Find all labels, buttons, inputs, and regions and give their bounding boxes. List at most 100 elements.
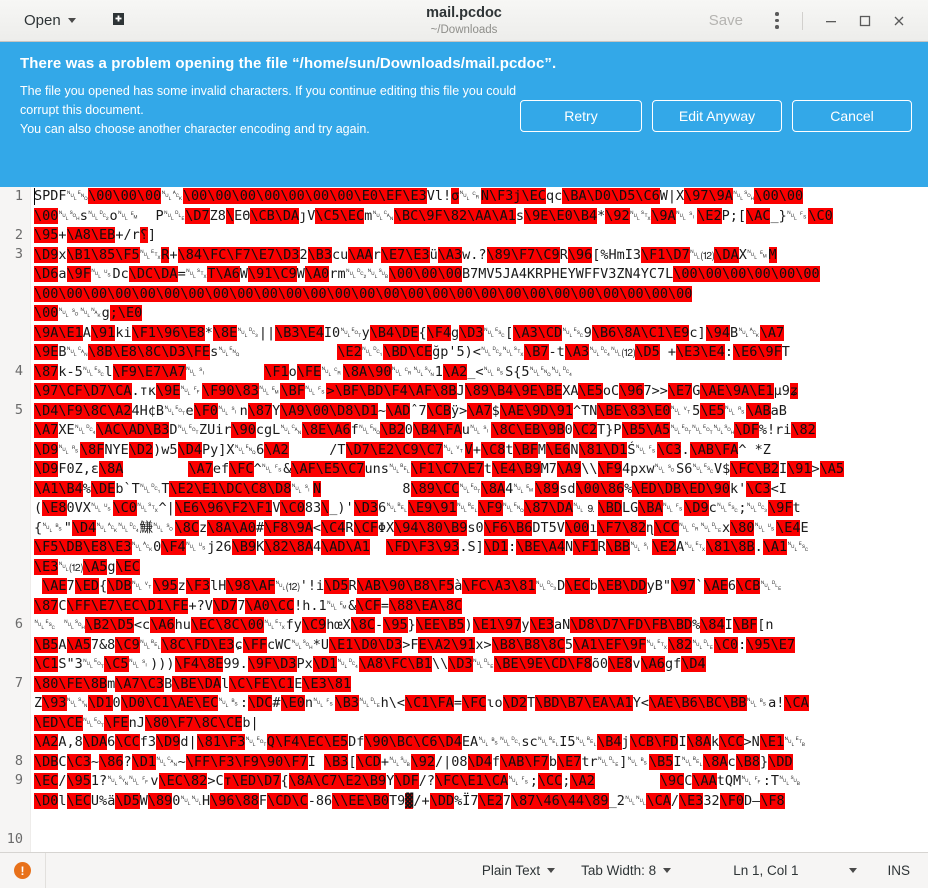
retry-button[interactable]: Retry [520, 100, 642, 132]
text-run: .тк [131, 383, 156, 399]
maximize-button[interactable] [848, 5, 882, 37]
text-run: qc [545, 188, 563, 204]
text-run [289, 442, 330, 458]
text-run: ~ [177, 753, 186, 770]
language-selector[interactable]: Plain Text [482, 863, 556, 878]
invalid-character-run: \DA [714, 246, 739, 263]
text-run: ␀␁ [58, 207, 80, 224]
text-run: J [456, 383, 465, 399]
invalid-character-run: \89 [534, 480, 560, 497]
open-button[interactable]: Open [18, 7, 82, 34]
text-run: b [548, 753, 557, 770]
invalid-character-run: \EC [66, 792, 91, 809]
text-run: I0 [323, 324, 341, 341]
text-run: I5 [559, 734, 576, 750]
text-content[interactable]: SPDF␀␅\00\00\00␀␆\00\00\00\00\00\00\00\E… [31, 187, 928, 852]
cursor-position-selector[interactable]: Ln 1, Col 1 [733, 863, 858, 878]
invalid-character-run: \AD\A1 [321, 539, 370, 555]
text-run: d| [180, 734, 197, 750]
text-run: ] [147, 227, 156, 243]
close-button[interactable] [882, 5, 916, 37]
text-run: ␀␟ [90, 266, 113, 282]
text-run: 32 [703, 792, 720, 809]
new-document-button[interactable] [102, 6, 136, 36]
text-run: ␀␏ [469, 422, 492, 438]
text-run: ␀␏ [675, 207, 698, 224]
text-run: ␀␔ [551, 363, 573, 380]
invalid-character-run: \D2 [502, 695, 527, 711]
invalid-character-run: \E9\91 [407, 500, 457, 516]
text-run: M7 [540, 461, 557, 477]
invalid-character-run: \B4\FA [412, 422, 462, 438]
invalid-character-run: \A7 [34, 422, 59, 438]
text-run: ␀␙ [258, 383, 281, 399]
warning-indicator[interactable]: ! [0, 853, 46, 888]
text-run: s [210, 344, 219, 360]
invalid-character-run: \DA [82, 734, 108, 750]
text-run: > [811, 461, 820, 477]
invalid-character-run: \E7 [556, 753, 582, 770]
text-run: 4H¢B [131, 402, 165, 419]
text-run: { [418, 324, 427, 341]
invalid-character-run: \86 [599, 480, 625, 497]
invalid-character-run: \89\B4\9E\BE [464, 383, 563, 399]
edit-anyway-button[interactable]: Edit Anyway [652, 100, 782, 132]
text-run: _} [770, 207, 787, 224]
text-run: 7 [66, 578, 75, 594]
editor-area[interactable]: 1 2 3 4 5 6 7 8 9 10 SPDF␀␅\00\00\00␀␆\00\00\00\0… [0, 187, 928, 852]
invalid-character-run: \FE [104, 714, 129, 731]
invalid-character-run: \D9 [684, 500, 709, 516]
text-run: %!ri [758, 422, 792, 438]
text-run: B [730, 324, 739, 341]
text-run: A [82, 324, 91, 341]
invalid-character-run: \8A\C7\E2\B9 [288, 773, 387, 789]
text-run: ␀␍ [391, 363, 414, 380]
text-run: ^TN [572, 402, 598, 419]
invalid-character-run: E [418, 636, 427, 653]
invalid-character-run: \D4 [177, 441, 202, 458]
invalid-character-run: \DC\DA [128, 266, 178, 282]
invalid-character-run: \E0 [117, 305, 143, 321]
text-run: ␀␙ [746, 246, 769, 263]
invalid-character-run: \D3 [448, 656, 473, 672]
invalid-character-run: \B4 [597, 734, 622, 750]
text-run: T9 [389, 792, 406, 809]
text-run: ␀␙ [326, 597, 349, 614]
invalid-character-run: \C0 [808, 207, 833, 224]
text-run: ␀␐ [359, 695, 381, 711]
save-button[interactable]: Save [699, 7, 753, 34]
text-run: ␀␌ [741, 773, 763, 789]
invalid-character-run: \C3 [66, 753, 91, 770]
invalid-character-run: \91 [451, 636, 476, 653]
invalid-character-run: \96 [210, 792, 235, 809]
text-run: ␀␐ [692, 636, 714, 653]
invalid-character-run: \ED\D7 [231, 773, 281, 789]
invalid-character-run: \B7 [524, 344, 549, 360]
text-run: e [185, 402, 194, 419]
text-run: ␀␄ [691, 422, 714, 438]
invalid-character-run: \E7 [667, 383, 693, 399]
invalid-character-run: \00\00\00\00\00\00\00\E0\EF\E3 [182, 188, 427, 204]
text-run: # [272, 695, 281, 711]
invalid-character-run: \BE\83\E0 [597, 402, 671, 419]
cancel-button[interactable]: Cancel [792, 100, 912, 132]
invalid-character-run: \BE\DA [172, 675, 221, 692]
text-run: ␀␚ [367, 266, 389, 282]
minimize-button[interactable] [814, 5, 848, 37]
invalid-character-run: \A1 [762, 539, 788, 555]
text-run: ␀␅ [358, 422, 381, 438]
invalid-character-run: \C [229, 675, 246, 692]
text-line: \87C\FF\E7\EC\D1\FE+?V\D77\A0\CC!h.1␀␙&\… [34, 597, 928, 617]
invalid-character-run: \98\AF [226, 578, 276, 594]
invalid-character-run: \81\D1 [578, 441, 628, 458]
invalid-character-run: \A7 [467, 402, 492, 419]
text-run: ␀␑ [499, 734, 522, 750]
text-run: lH [210, 578, 227, 594]
text-run: 99. [223, 656, 248, 672]
invalid-character-run: \F1\D7 [641, 246, 690, 263]
invalid-character-run: \9F [768, 500, 793, 516]
kebab-menu-icon[interactable] [763, 6, 791, 36]
tab-width-selector[interactable]: Tab Width: 8 [581, 863, 672, 878]
text-run: ef [212, 461, 230, 477]
invalid-character-run: \8F [80, 441, 105, 458]
